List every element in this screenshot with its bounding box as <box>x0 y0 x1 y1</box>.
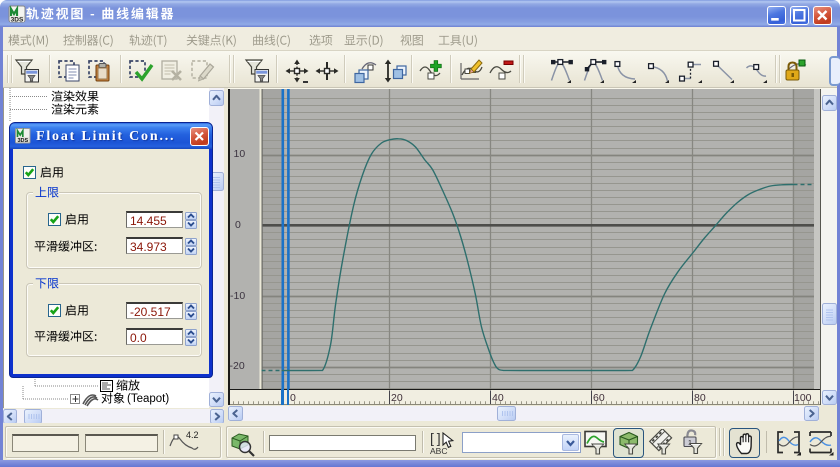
svg-text:4.2: 4.2 <box>186 430 199 440</box>
svg-text:[ ]: [ ] <box>430 430 441 446</box>
svg-text:ABC: ABC <box>430 446 447 456</box>
svg-text:3DS: 3DS <box>17 138 28 144</box>
svg-text:3DS: 3DS <box>11 17 24 24</box>
